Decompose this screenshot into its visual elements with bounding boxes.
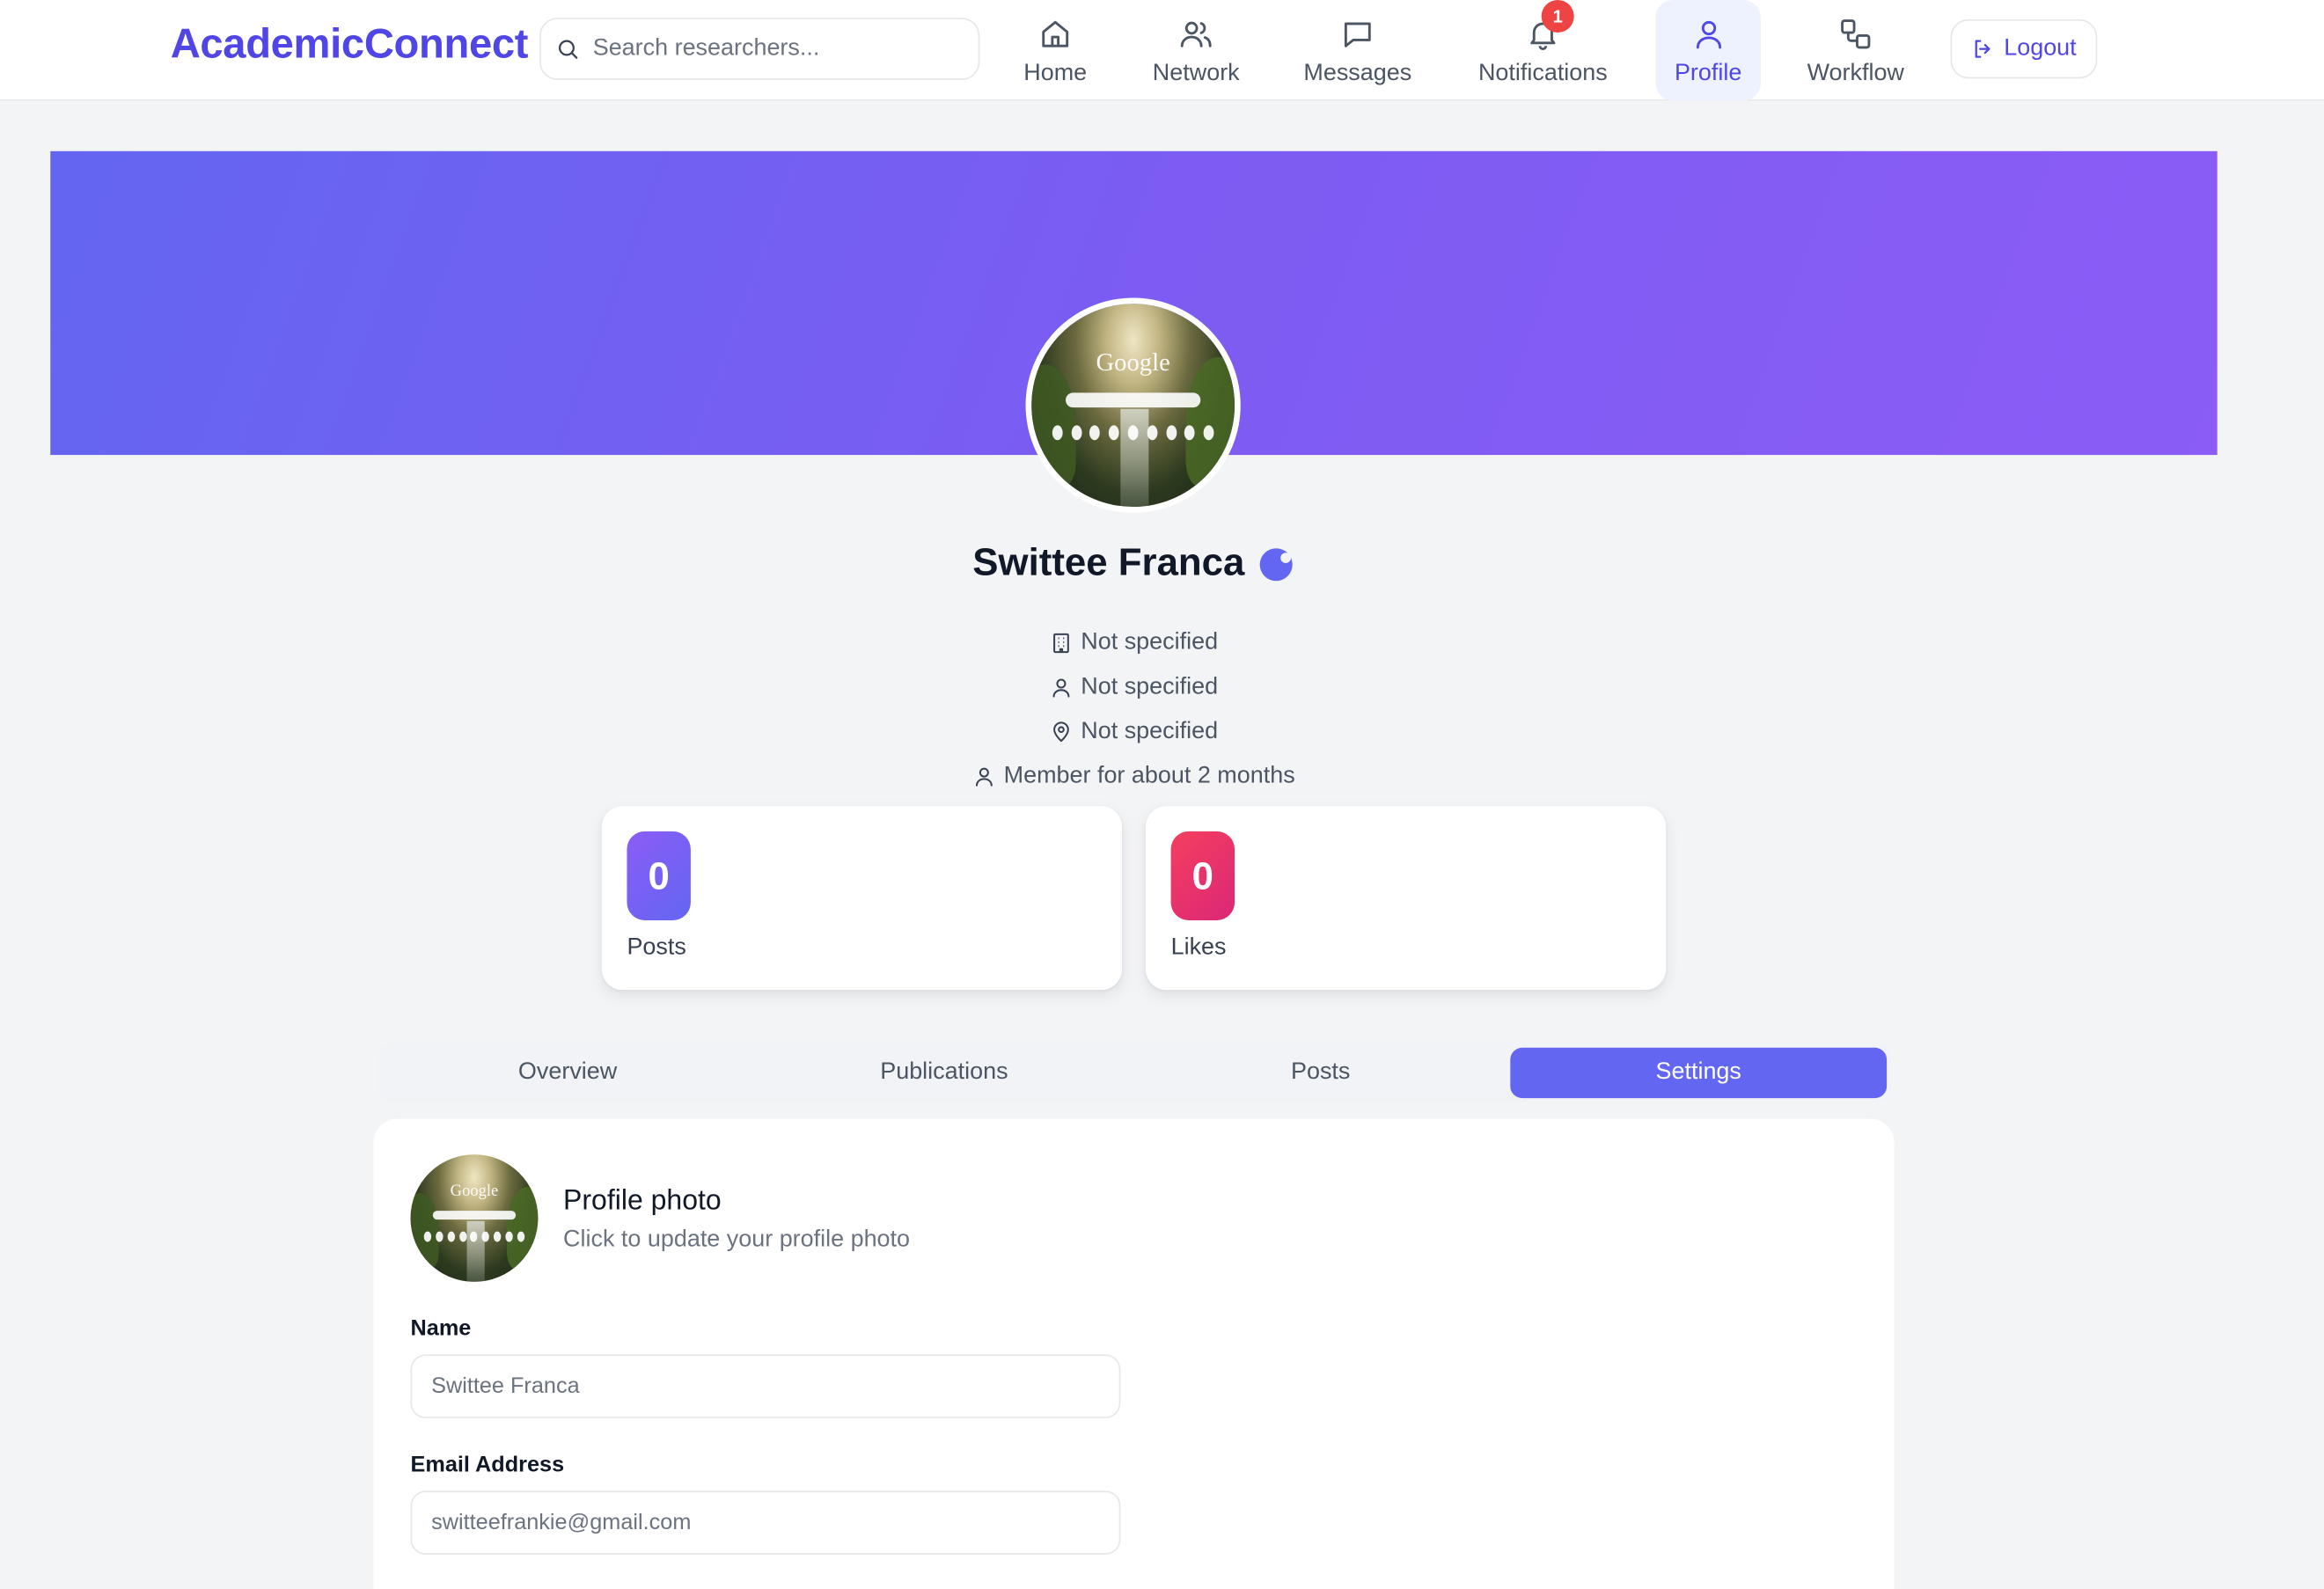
- photo-shortcut-dots: [423, 1230, 525, 1241]
- logout-button[interactable]: Logout: [1950, 18, 2098, 79]
- nav-item-network[interactable]: Network: [1135, 0, 1257, 101]
- user-icon: [976, 767, 993, 787]
- profile-photo-image: Google: [1031, 304, 1235, 508]
- profile-name: Swittee Franca: [972, 539, 1245, 584]
- message-icon: [1344, 22, 1371, 48]
- nav-item-workflow[interactable]: Workflow: [1796, 0, 1915, 101]
- nav-item-messages[interactable]: Messages: [1293, 0, 1423, 101]
- profile-avatar[interactable]: Google: [1025, 297, 1241, 513]
- nav-item-label: Workflow: [1807, 61, 1904, 86]
- nav-item-profile[interactable]: Profile: [1655, 0, 1761, 101]
- institution-text: Not specified: [1081, 629, 1219, 655]
- photo-waterfall: [466, 1220, 485, 1282]
- position-text: Not specified: [1081, 674, 1219, 699]
- stat-value: 0: [627, 831, 691, 920]
- email-field-label: Email Address: [410, 1452, 565, 1478]
- verified-badge-icon: [1259, 547, 1293, 581]
- photo-search-bar: [1066, 392, 1200, 407]
- profile-photo-image: Google: [410, 1154, 539, 1282]
- nav-item-label: Messages: [1303, 61, 1412, 86]
- tab-posts[interactable]: Posts: [1133, 1048, 1509, 1098]
- member-since-text: Member for about 2 months: [1003, 763, 1295, 789]
- home-icon: [1042, 20, 1069, 48]
- user-icon: [1696, 20, 1721, 49]
- tab-overview[interactable]: Overview: [379, 1048, 756, 1098]
- profile-member-since: Member for about 2 months: [0, 763, 2268, 789]
- email-field[interactable]: [410, 1490, 1121, 1555]
- stat-card-posts: 0 Posts: [601, 806, 1123, 991]
- name-field-label: Name: [410, 1315, 472, 1342]
- page-root: AcademicConnect Home Network Messages No…: [0, 0, 2324, 1589]
- tab-settings[interactable]: Settings: [1510, 1047, 1888, 1099]
- nav-item-home[interactable]: Home: [1002, 0, 1109, 101]
- photo-shortcut-dots: [1052, 425, 1214, 441]
- profile-photo-title: Profile photo: [563, 1185, 722, 1217]
- profile-photo-upload[interactable]: Google: [410, 1154, 539, 1282]
- user-icon: [1052, 678, 1070, 698]
- photo-search-bar: [432, 1210, 517, 1219]
- page-content: AcademicConnect Home Network Messages No…: [0, 0, 2324, 1589]
- settings-card: Google Profile photo Click to update you…: [373, 1118, 1895, 1589]
- building-icon: [1053, 633, 1070, 654]
- stat-label: Posts: [627, 934, 686, 961]
- profile-institution: Not specified: [0, 630, 2268, 656]
- notification-count-badge: 1: [1541, 0, 1574, 33]
- nav-item-notifications[interactable]: Notifications 1: [1464, 0, 1622, 101]
- profile-tabs: Overview Publications Posts Settings: [376, 1043, 1892, 1103]
- photo-logo-text: Google: [1096, 348, 1170, 377]
- map-pin-icon: [1053, 721, 1070, 743]
- photo-waterfall: [1120, 409, 1150, 508]
- stat-card-likes: 0 Likes: [1145, 806, 1667, 991]
- users-icon: [1180, 21, 1212, 48]
- logout-icon: [1975, 40, 1990, 58]
- nav-item-label: Notifications: [1477, 61, 1608, 86]
- profile-name-row: Swittee Franca: [0, 539, 2265, 585]
- brand-logo[interactable]: AcademicConnect: [171, 21, 529, 69]
- top-navigation-bar: AcademicConnect Home Network Messages No…: [0, 0, 2324, 101]
- location-text: Not specified: [1081, 718, 1219, 744]
- tab-publications[interactable]: Publications: [756, 1048, 1133, 1098]
- photo-logo-text: Google: [450, 1182, 499, 1201]
- nav-item-label: Home: [1023, 61, 1088, 86]
- workflow-icon: [1841, 19, 1871, 49]
- profile-position: Not specified: [0, 674, 2268, 700]
- profile-photo-subtitle: Click to update your profile photo: [563, 1227, 911, 1253]
- nav-item-label: Profile: [1674, 61, 1742, 86]
- name-field[interactable]: [410, 1354, 1121, 1418]
- stat-label: Likes: [1170, 934, 1227, 961]
- search-box[interactable]: [539, 18, 980, 80]
- profile-location: Not specified: [0, 719, 2268, 745]
- nav-item-label: Network: [1152, 61, 1240, 86]
- logout-label: Logout: [2004, 35, 2077, 62]
- search-icon: [558, 40, 578, 59]
- search-input[interactable]: [592, 35, 949, 62]
- stat-value: 0: [1170, 831, 1235, 920]
